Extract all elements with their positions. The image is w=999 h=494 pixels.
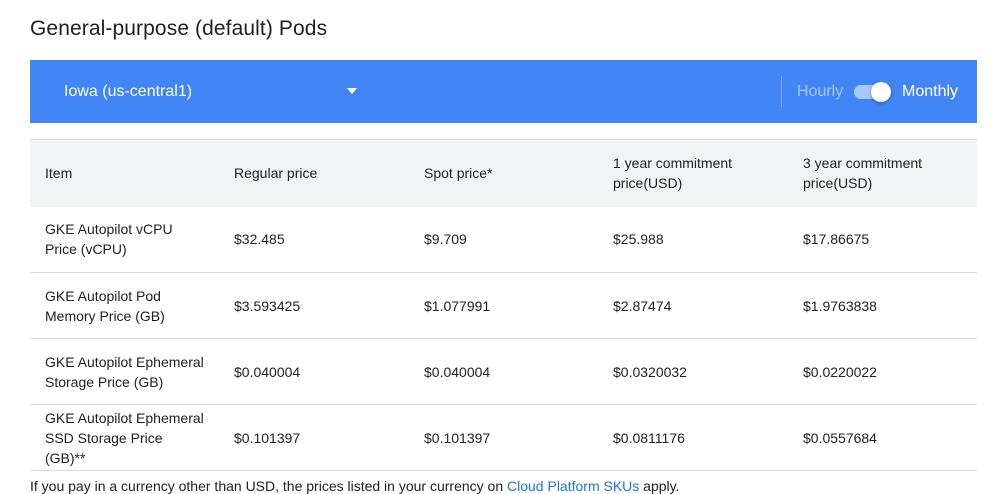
table-cell: $0.101397 [409,404,598,471]
pricing-table: Item Regular price Spot price* 1 year co… [30,139,977,471]
toggle-knob [871,82,891,102]
footnote-text-prefix: If you pay in a currency other than USD,… [30,478,508,494]
page-title: General-purpose (default) Pods [30,17,328,40]
caret-down-icon[interactable] [347,88,357,94]
column-header-1yr-commitment: 1 year commitment price(USD) [598,139,788,207]
table-cell: $0.0557684 [788,404,977,471]
column-header-regular-price: Regular price [219,139,409,207]
table-row: GKE Autopilot vCPU Price (vCPU) $32.485 … [30,206,977,273]
table-cell: $0.040004 [409,338,598,405]
table-row: GKE Autopilot Pod Memory Price (GB) $3.5… [30,272,977,339]
table-cell: $0.0320032 [598,338,788,405]
toolbar-divider [781,76,782,107]
table-cell: $0.040004 [219,338,409,405]
table-cell: $3.593425 [219,272,409,339]
region-dropdown[interactable]: Iowa (us-central1) [64,60,364,123]
table-cell: GKE Autopilot Pod Memory Price (GB) [30,272,219,339]
region-dropdown-label: Iowa (us-central1) [64,82,193,100]
table-cell: $1.077991 [409,272,598,339]
hourly-label[interactable]: Hourly [797,60,843,123]
hourly-monthly-toggle[interactable] [854,82,891,102]
column-header-3yr-commitment: 3 year commitment price(USD) [788,139,977,207]
table-cell: $2.87474 [598,272,788,339]
table-row: GKE Autopilot Ephemeral SSD Storage Pric… [30,404,977,471]
table-cell: GKE Autopilot vCPU Price (vCPU) [30,206,219,273]
monthly-label[interactable]: Monthly [902,60,958,123]
table-cell: $1.9763838 [788,272,977,339]
table-cell: $0.101397 [219,404,409,471]
cloud-platform-skus-link[interactable]: Cloud Platform SKUs [507,478,639,494]
footnote-text-suffix: apply. [639,478,680,494]
column-header-spot-price: Spot price* [409,139,598,207]
currency-footnote: If you pay in a currency other than USD,… [30,478,680,494]
table-cell: $17.86675 [788,206,977,273]
table-cell: $0.0220022 [788,338,977,405]
table-cell: GKE Autopilot Ephemeral Storage Price (G… [30,338,219,405]
table-cell: $25.988 [598,206,788,273]
column-header-item: Item [30,139,219,207]
table-cell: $9.709 [409,206,598,273]
table-header-row: Item Regular price Spot price* 1 year co… [30,139,977,207]
pricing-toolbar: Iowa (us-central1) Hourly Monthly [30,60,977,123]
table-cell: GKE Autopilot Ephemeral SSD Storage Pric… [30,404,219,471]
table-cell: $0.0811176 [598,404,788,471]
table-row: GKE Autopilot Ephemeral Storage Price (G… [30,338,977,405]
table-cell: $32.485 [219,206,409,273]
